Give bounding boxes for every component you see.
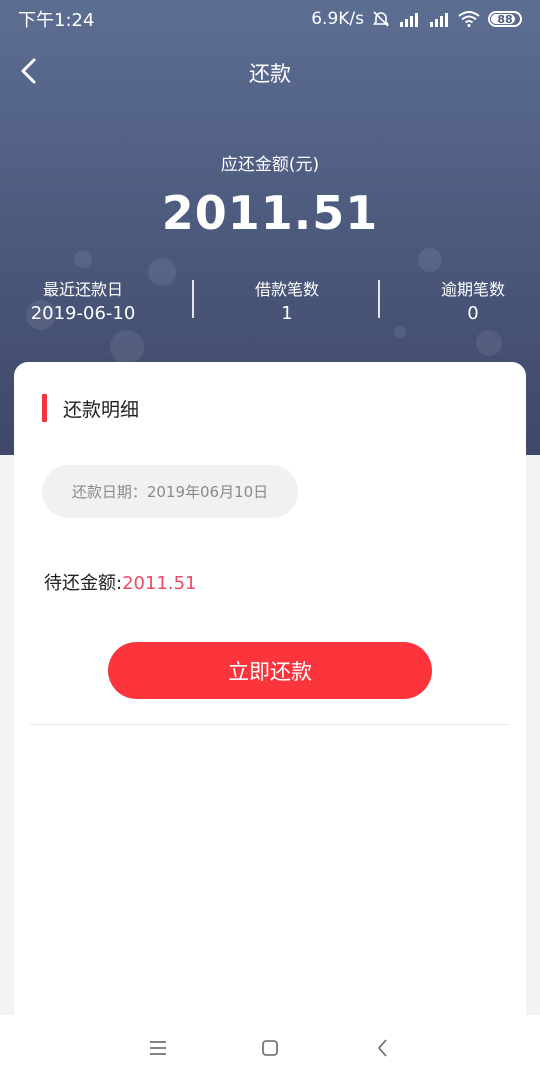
section-header: 还款明细 bbox=[42, 394, 139, 422]
stat-label: 最近还款日 bbox=[42, 280, 123, 299]
due-amount-label: 应还金额(元) bbox=[220, 155, 320, 175]
menu-button[interactable] bbox=[145, 1035, 171, 1061]
repayment-date-pill: 还款日期：2019年06月10日 bbox=[42, 465, 298, 518]
stat-loan-count: 借款笔数 1 bbox=[196, 276, 378, 324]
status-time: 下午1:24 bbox=[18, 10, 95, 31]
battery-icon: 88 bbox=[488, 11, 522, 27]
status-icons: 6.9K/s 88 bbox=[311, 9, 522, 29]
stat-divider bbox=[378, 280, 380, 318]
battery-text: 88 bbox=[497, 12, 513, 26]
stat-latest-date: 最近还款日 2019-06-10 bbox=[0, 276, 166, 324]
decor-bubble bbox=[394, 326, 406, 338]
pending-amount-value: 2011.51 bbox=[122, 573, 197, 594]
repay-now-button[interactable]: 立即还款 bbox=[108, 642, 432, 699]
pending-amount-label: 待还金额: bbox=[44, 573, 123, 594]
stats-row: 最近还款日 2019-06-10 借款笔数 1 逾期笔数 0 bbox=[0, 276, 540, 326]
decor-bubble bbox=[74, 250, 92, 268]
stat-divider bbox=[192, 280, 194, 318]
alarm-off-icon bbox=[372, 11, 390, 27]
decor-bubble bbox=[476, 330, 502, 356]
home-button[interactable] bbox=[257, 1035, 283, 1061]
section-title: 还款明细 bbox=[63, 398, 140, 421]
status-bar: 下午1:24 6.9K/s 88 bbox=[0, 0, 540, 38]
stat-value: 2019-06-10 bbox=[30, 303, 136, 324]
back-icon bbox=[378, 1039, 387, 1057]
stat-label: 逾期笔数 bbox=[440, 280, 505, 299]
home-square-icon bbox=[262, 1040, 278, 1056]
stat-overdue-count: 逾期笔数 0 bbox=[406, 276, 540, 324]
signal-icon bbox=[430, 13, 448, 27]
stat-value: 0 bbox=[467, 303, 479, 324]
page-title: 还款 bbox=[249, 62, 291, 86]
due-amount: 2011.51 bbox=[161, 186, 379, 240]
stat-value: 1 bbox=[281, 303, 293, 324]
stat-label: 借款笔数 bbox=[254, 280, 319, 299]
net-speed: 6.9K/s bbox=[311, 9, 364, 29]
section-accent-bar bbox=[42, 394, 47, 422]
divider bbox=[30, 724, 510, 725]
pending-amount: 待还金额:2011.51 bbox=[44, 569, 197, 595]
repayment-detail-card: 还款明细 还款日期：2019年06月10日 待还金额:2011.51 立即还款 bbox=[14, 362, 526, 1022]
menu-icon bbox=[150, 1041, 166, 1055]
signal-hd-icon bbox=[400, 13, 418, 27]
system-nav-bar bbox=[0, 1015, 540, 1080]
nav-bar: 还款 bbox=[0, 44, 540, 98]
system-back-button[interactable] bbox=[370, 1035, 396, 1061]
decor-bubble bbox=[110, 330, 144, 364]
decor-bubble bbox=[418, 248, 442, 272]
wifi-icon bbox=[458, 11, 480, 27]
